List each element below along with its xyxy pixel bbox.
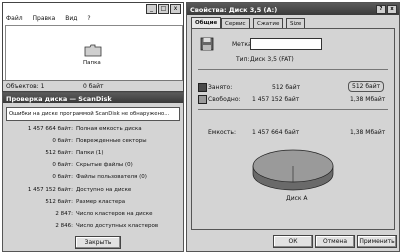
capacity-human: 1,38 Мбайт bbox=[350, 129, 386, 136]
stat-label-hidden: Скрытые файлы (0) bbox=[76, 162, 133, 168]
stat-label-clusters-free: Число доступных кластеров bbox=[76, 223, 159, 229]
stat-value-clusters-free: 2 846: bbox=[55, 223, 73, 229]
scandisk-title: Проверка диска — ScanDisk bbox=[6, 95, 112, 103]
menu-help[interactable]: ? bbox=[87, 15, 90, 22]
stat-label-available: Доступно на диске bbox=[76, 187, 132, 193]
maximize-button[interactable]: □ bbox=[158, 4, 169, 14]
stat-value-userfiles: 0 байт: bbox=[52, 174, 73, 180]
capacity-label: Емкость: bbox=[208, 129, 236, 136]
stat-value-total: 1 457 664 байт: bbox=[27, 126, 73, 132]
scandisk-window: Проверка диска — ScanDisk Ошибки на диск… bbox=[2, 92, 184, 252]
type-value: Диск 3,5 (FAT) bbox=[250, 56, 294, 63]
separator-line bbox=[198, 69, 388, 70]
disk-usage-pie bbox=[250, 147, 336, 193]
close-icon[interactable]: x bbox=[387, 5, 397, 14]
used-human: 512 байт bbox=[348, 81, 385, 92]
menu-file[interactable]: Файл bbox=[6, 15, 23, 22]
free-color-swatch bbox=[198, 95, 207, 104]
stat-label-userfiles: Файлы пользователя (0) bbox=[76, 174, 147, 180]
stat-label-cluster-size: Размер кластера bbox=[76, 199, 126, 205]
stat-value-available: 1 457 152 байт: bbox=[27, 187, 73, 193]
stat-label-bad: Поврежденные секторы bbox=[76, 138, 147, 144]
stat-value-folders: 512 байт: bbox=[45, 150, 73, 156]
apply-button[interactable]: Применить bbox=[357, 235, 397, 248]
free-bytes: 1 457 152 байт bbox=[252, 96, 300, 103]
ok-button[interactable]: ОК bbox=[273, 235, 313, 248]
drive-icon bbox=[200, 37, 214, 51]
stat-label-folders: Папки (1) bbox=[76, 150, 104, 156]
used-color-swatch bbox=[198, 83, 207, 92]
free-label: Свободно: bbox=[208, 96, 241, 103]
scandisk-message-box: Ошибки на диске программой ScanDisk не о… bbox=[6, 107, 180, 121]
status-size: 0 байт bbox=[83, 83, 104, 90]
close-scandisk-button[interactable]: Закрыть bbox=[75, 236, 121, 249]
stat-label-clusters-total: Число кластеров на диске bbox=[76, 211, 153, 217]
tab-page-general: Метка: Тип: Диск 3,5 (FAT) Занято: 512 б… bbox=[191, 28, 395, 230]
used-bytes: 512 байт bbox=[272, 84, 301, 91]
separator-line-2 bbox=[198, 109, 388, 110]
explorer-statusbar: Объектов: 1 0 байт bbox=[3, 80, 183, 91]
stat-value-bad: 0 байт: bbox=[52, 138, 73, 144]
minimize-button[interactable]: _ bbox=[146, 4, 157, 14]
stat-value-hidden: 0 байт: bbox=[52, 162, 73, 168]
menu-edit[interactable]: Правка bbox=[33, 15, 56, 22]
scandisk-titlebar: Проверка диска — ScanDisk bbox=[3, 93, 183, 103]
explorer-title-buttons: _ □ x bbox=[146, 4, 181, 14]
capacity-bytes: 1 457 664 байт bbox=[252, 129, 300, 136]
stat-value-clusters-total: 2 847: bbox=[55, 211, 73, 217]
type-label: Тип: bbox=[236, 56, 250, 63]
folder-icon[interactable] bbox=[84, 44, 102, 57]
stat-value-cluster-size: 512 байт: bbox=[45, 199, 73, 205]
folder-label[interactable]: Папка bbox=[83, 60, 101, 66]
properties-titlebar: Свойства: Диск 3,5 (A:) ? x bbox=[187, 3, 399, 15]
label-input[interactable] bbox=[250, 38, 322, 50]
stat-label-total: Полная емкость диска bbox=[76, 126, 142, 132]
used-label: Занято: bbox=[208, 84, 233, 91]
properties-title: Свойства: Диск 3,5 (A:) bbox=[190, 6, 278, 14]
cancel-button[interactable]: Отмена bbox=[315, 235, 355, 248]
properties-dialog: Свойства: Диск 3,5 (A:) ? x Общие Сервис… bbox=[186, 2, 400, 252]
close-button[interactable]: x bbox=[170, 4, 181, 14]
status-objects: Объектов: 1 bbox=[6, 83, 45, 90]
explorer-menubar: Файл Правка Вид ? bbox=[6, 15, 99, 22]
help-icon[interactable]: ? bbox=[376, 5, 386, 14]
scandisk-message: Ошибки на диске программой ScanDisk не о… bbox=[9, 111, 170, 117]
disk-label: Диск A bbox=[286, 195, 308, 202]
menu-view[interactable]: Вид bbox=[65, 15, 77, 22]
free-human: 1,38 Мбайт bbox=[350, 96, 386, 103]
explorer-window: _ □ x Файл Правка Вид ? Папка Объектов: … bbox=[2, 2, 184, 92]
tab-general[interactable]: Общие bbox=[191, 17, 222, 28]
explorer-content: Папка bbox=[5, 25, 183, 81]
